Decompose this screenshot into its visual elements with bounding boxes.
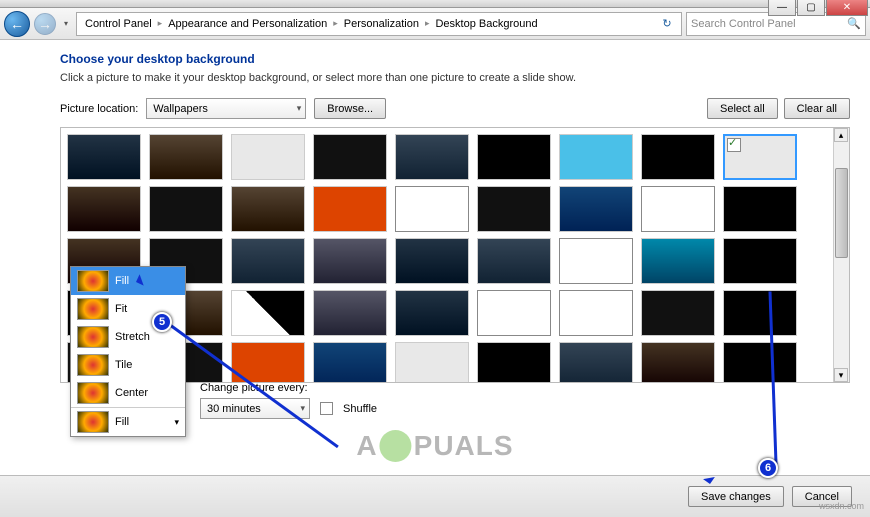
page-title: Choose your desktop background [60,52,850,66]
save-changes-button[interactable]: Save changes [688,486,784,507]
wallpaper-thumb[interactable] [395,238,469,284]
credit-text: wsxdn.com [819,501,864,511]
select-all-button[interactable]: Select all [707,98,778,119]
minimize-button[interactable]: — [768,0,796,16]
wallpaper-thumb[interactable] [723,238,797,284]
position-preview-icon [77,298,109,320]
wallpaper-thumb[interactable] [477,342,551,383]
wallpaper-thumb[interactable] [395,134,469,180]
wallpaper-thumb[interactable] [231,290,305,336]
watermark-text: A [356,430,377,462]
watermark: A PUALS [356,430,513,462]
position-label: Stretch [115,331,150,343]
navbar: ← → ▾ Control Panel▸ Appearance and Pers… [0,8,870,40]
picture-location-dropdown[interactable]: Wallpapers [146,98,306,119]
wallpaper-thumb[interactable] [559,238,633,284]
wallpaper-thumb[interactable] [723,342,797,383]
position-label: Tile [115,359,132,371]
position-label: Fit [115,303,127,315]
wallpaper-thumb-selected[interactable] [723,134,797,180]
annotation-arrowhead [703,477,717,491]
wallpaper-thumb[interactable] [313,186,387,232]
wallpaper-thumb[interactable] [149,134,223,180]
wallpaper-thumb[interactable] [641,186,715,232]
position-label: Center [115,387,148,399]
picture-location-row: Picture location: Wallpapers Browse... S… [60,98,850,119]
shuffle-label: Shuffle [343,403,377,415]
wallpaper-thumb[interactable] [477,186,551,232]
scroll-thumb[interactable] [835,168,848,258]
wallpaper-thumb[interactable] [559,290,633,336]
breadcrumb-item[interactable]: Desktop Background [431,16,541,32]
shuffle-checkbox[interactable] [320,402,333,415]
position-preview-icon [77,326,109,348]
wallpaper-thumb[interactable] [641,342,715,383]
refresh-icon[interactable]: ↻ [657,17,677,30]
chevron-right-icon: ▸ [158,18,163,29]
position-option-center[interactable]: Center [71,379,185,407]
picture-location-label: Picture location: [60,103,138,115]
clear-all-button[interactable]: Clear all [784,98,850,119]
wallpaper-thumb[interactable] [641,238,715,284]
wallpaper-thumb[interactable] [477,238,551,284]
position-option-fill[interactable]: Fill [71,267,185,295]
wallpaper-thumb[interactable] [395,290,469,336]
scroll-up-button[interactable]: ▴ [834,128,848,142]
wallpaper-thumb[interactable] [313,134,387,180]
wallpaper-thumb[interactable] [477,134,551,180]
wallpaper-thumb[interactable] [231,134,305,180]
annotation-step-6: 6 [758,458,778,478]
search-icon[interactable]: 🔍 [847,17,861,30]
position-preview-icon [77,270,109,292]
picture-position-dropdown[interactable]: Fill [71,407,185,436]
breadcrumb-item[interactable]: Appearance and Personalization [164,16,331,32]
wallpaper-thumb[interactable] [641,290,715,336]
wallpaper-thumb[interactable] [723,186,797,232]
titlebar: — ▢ ✕ [0,0,870,8]
wallpaper-thumb[interactable] [149,186,223,232]
picture-position-menu: Fill Fit Stretch Tile Center Fill [70,266,186,437]
page-subtitle: Click a picture to make it your desktop … [60,72,850,84]
position-label: Fill [115,275,129,287]
wallpaper-thumb[interactable] [313,290,387,336]
breadcrumb[interactable]: Control Panel▸ Appearance and Personaliz… [76,12,682,36]
position-preview-icon [77,354,109,376]
wallpaper-thumb[interactable] [395,342,469,383]
position-option-tile[interactable]: Tile [71,351,185,379]
wallpaper-thumb[interactable] [67,186,141,232]
watermark-logo-icon [380,430,412,462]
breadcrumb-item[interactable]: Control Panel [81,16,156,32]
wallpaper-thumb[interactable] [559,134,633,180]
watermark-text: PUALS [414,430,514,462]
wallpaper-thumb[interactable] [559,186,633,232]
change-every-label: Change picture every: [200,382,377,394]
scroll-down-button[interactable]: ▾ [834,368,848,382]
nav-forward-button[interactable]: → [34,13,56,35]
chevron-right-icon: ▸ [425,18,430,29]
nav-history-dropdown[interactable]: ▾ [60,14,72,34]
position-preview-icon [77,382,109,404]
wallpaper-thumb[interactable] [313,342,387,383]
browse-button[interactable]: Browse... [314,98,386,119]
wallpaper-thumb[interactable] [477,290,551,336]
search-placeholder: Search Control Panel [691,18,796,30]
wallpaper-thumb[interactable] [231,186,305,232]
vertical-scrollbar[interactable]: ▴ ▾ [833,128,849,382]
wallpaper-thumb[interactable] [313,238,387,284]
wallpaper-thumb[interactable] [559,342,633,383]
nav-back-button[interactable]: ← [4,11,30,37]
maximize-button[interactable]: ▢ [797,0,825,16]
wallpaper-thumb[interactable] [395,186,469,232]
chevron-right-icon: ▸ [333,18,338,29]
wallpaper-thumb[interactable] [723,290,797,336]
annotation-step-5: 5 [152,312,172,332]
wallpaper-thumb[interactable] [641,134,715,180]
breadcrumb-item[interactable]: Personalization [340,16,423,32]
footer-bar: Save changes Cancel [0,475,870,517]
position-selected-label: Fill [115,416,129,428]
wallpaper-thumb[interactable] [67,134,141,180]
close-button[interactable]: ✕ [826,0,868,16]
wallpaper-thumb[interactable] [231,238,305,284]
position-preview-icon [77,411,109,433]
